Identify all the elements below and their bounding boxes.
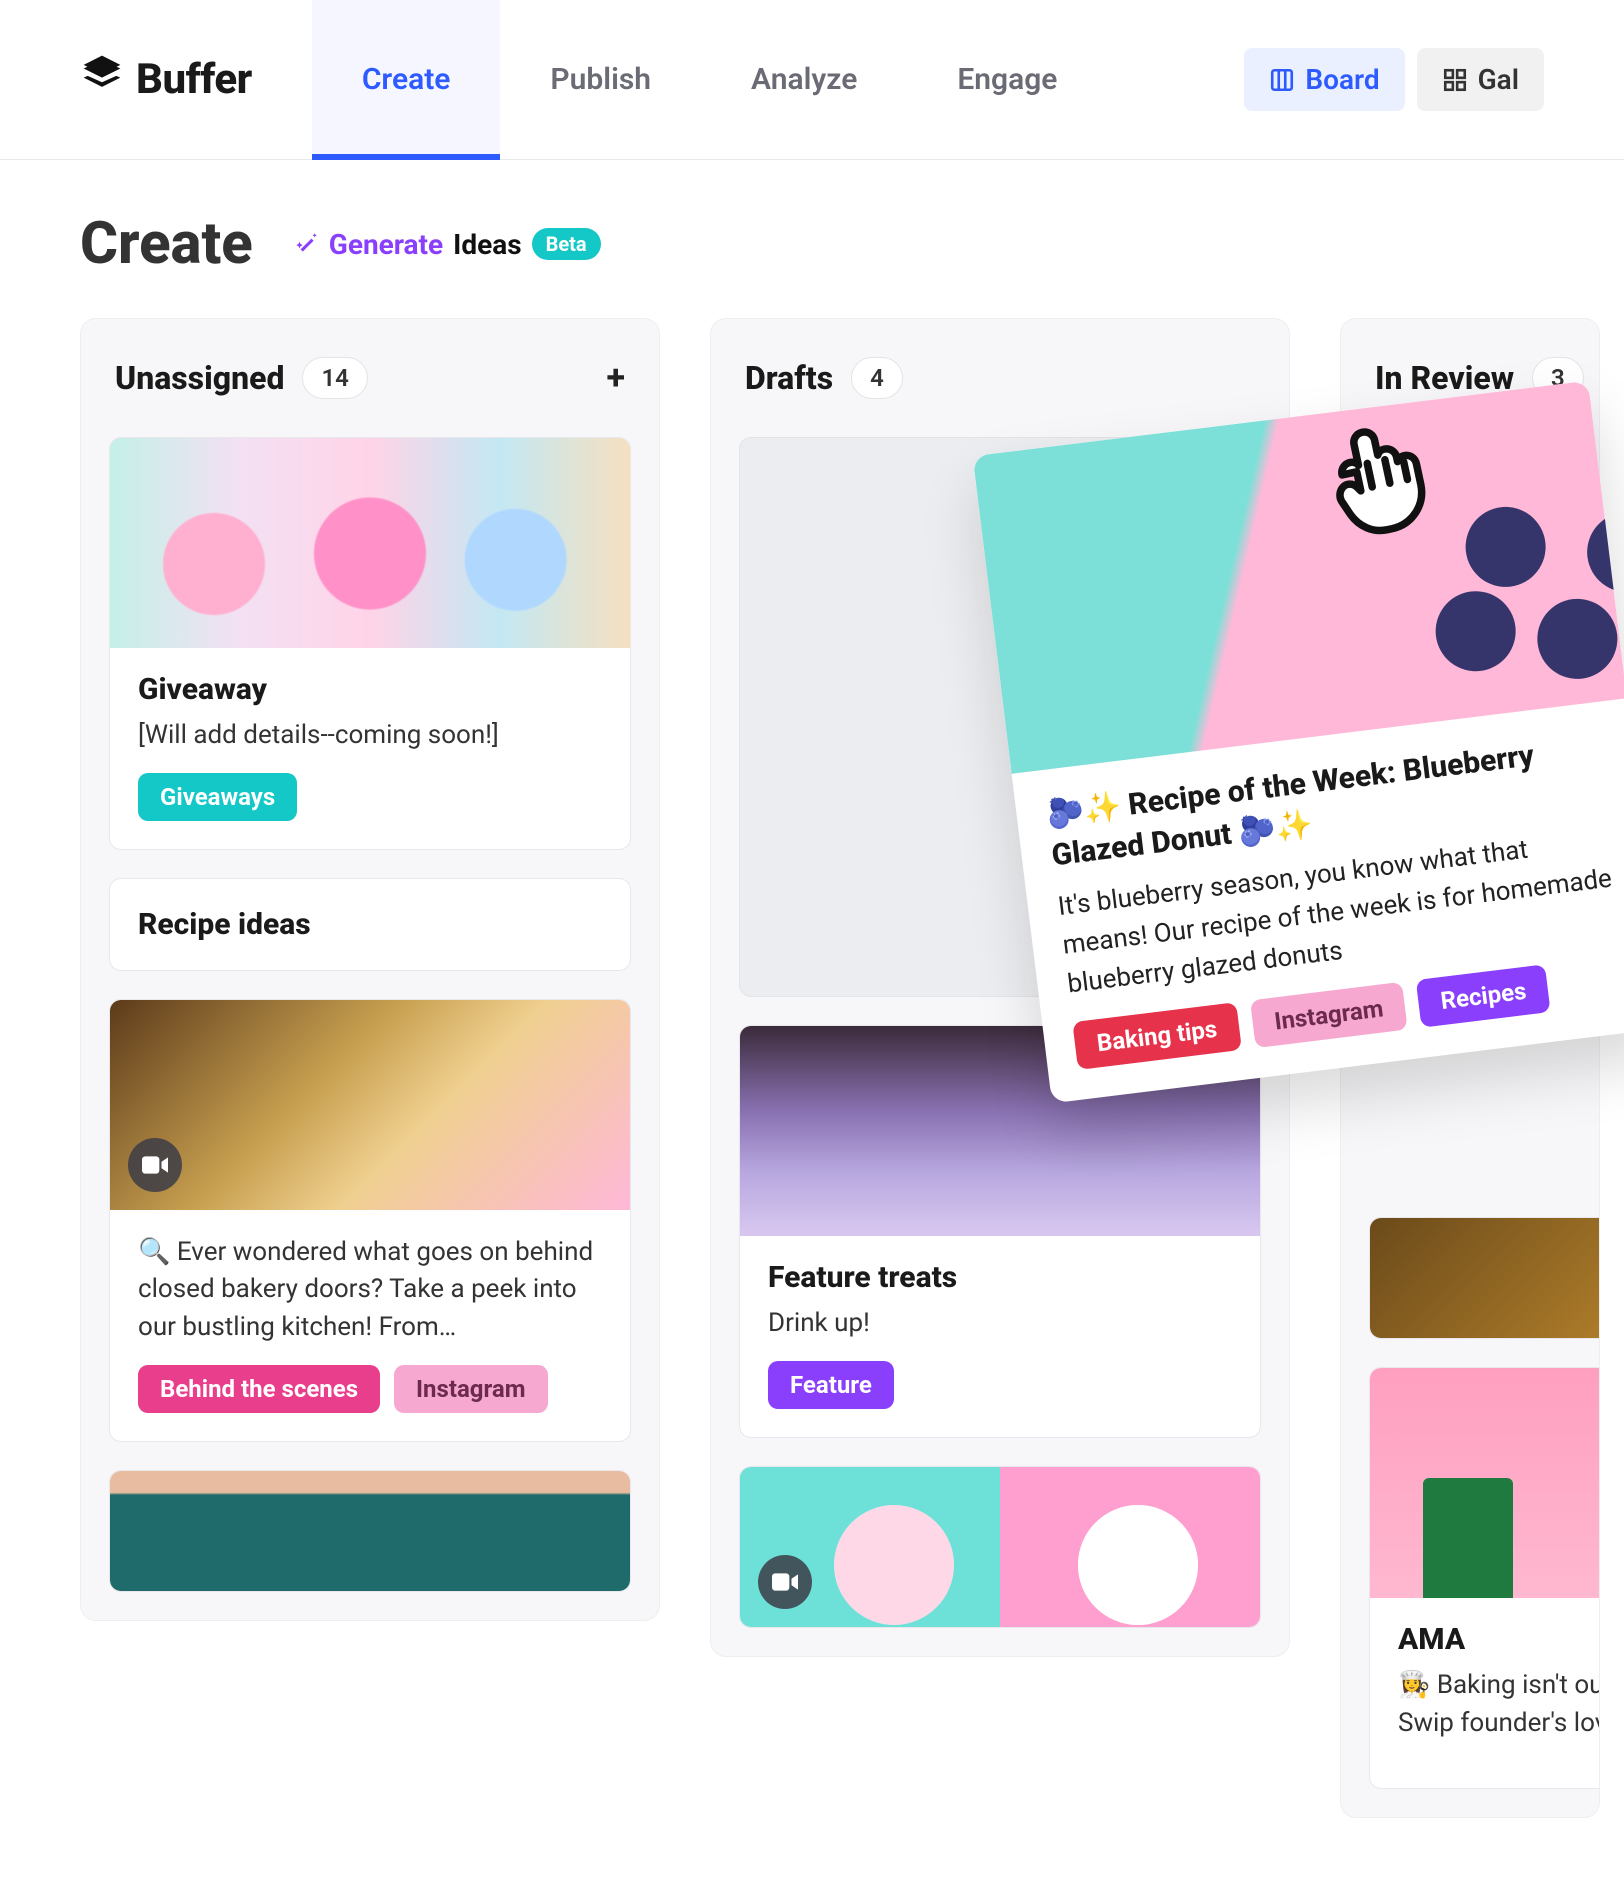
top-nav: Buffer Create Publish Analyze Engage Boa… — [0, 0, 1624, 160]
card-image-donuts — [110, 1000, 630, 1210]
card-image-cupcakes — [110, 438, 630, 648]
card-text: 👩‍🍳 Baking isn't our story. Swip founder… — [1398, 1667, 1600, 1742]
card-inreview-donuts[interactable] — [1369, 1217, 1600, 1339]
tag-instagram[interactable]: Instagram — [394, 1365, 548, 1413]
brand-logo[interactable]: Buffer — [80, 52, 252, 107]
tab-engage[interactable]: Engage — [907, 0, 1107, 160]
tag-instagram[interactable]: Instagram — [1250, 982, 1408, 1048]
magic-wand-icon — [293, 231, 319, 257]
tab-create[interactable]: Create — [312, 0, 501, 160]
count-badge: 14 — [302, 357, 367, 399]
tag-feature[interactable]: Feature — [768, 1361, 894, 1409]
card-text: [Will add details--coming soon!] — [138, 717, 602, 755]
column-unassigned: Unassigned 14 + Giveaway [Will add detai… — [80, 318, 660, 1621]
add-card-button[interactable]: + — [606, 358, 625, 398]
drag-cursor-hand-icon — [1300, 396, 1450, 550]
card-title: Feature treats — [768, 1260, 1232, 1295]
generate-ideas-button[interactable]: Generate Ideas Beta — [293, 228, 601, 261]
column-header: Drafts 4 — [739, 347, 1261, 409]
view-switch: Board Gal — [1244, 48, 1544, 111]
beta-badge: Beta — [532, 228, 601, 260]
column-header: Unassigned 14 + — [109, 347, 631, 409]
column-title: Unassigned — [115, 359, 284, 397]
card-split-donuts[interactable] — [739, 1466, 1261, 1628]
card-giveaway[interactable]: Giveaway [Will add details--coming soon!… — [109, 437, 631, 850]
board-view-label: Board — [1305, 63, 1379, 96]
card-title: AMA — [1398, 1622, 1600, 1657]
board-icon — [1269, 67, 1295, 93]
card-recipe-ideas[interactable]: Recipe ideas — [109, 878, 631, 971]
page-header: Create Generate Ideas Beta — [0, 160, 1624, 318]
card-behind-scenes[interactable]: 🔍 Ever wondered what goes on behind clos… — [109, 999, 631, 1442]
tab-publish[interactable]: Publish — [500, 0, 701, 160]
tag-behind-scenes[interactable]: Behind the scenes — [138, 1365, 380, 1413]
generate-label-2: Ideas — [453, 228, 521, 261]
buffer-stack-icon — [80, 52, 124, 107]
main-tabs: Create Publish Analyze Engage — [312, 0, 1108, 160]
page-title: Create — [80, 210, 253, 278]
board-view-button[interactable]: Board — [1244, 48, 1404, 111]
card-text: Drink up! — [768, 1305, 1232, 1343]
generate-label-1: Generate — [329, 228, 443, 261]
gallery-view-label: Gal — [1478, 63, 1519, 96]
count-badge: 4 — [851, 357, 903, 399]
tag-giveaways[interactable]: Giveaways — [138, 773, 297, 821]
card-ama[interactable]: AMA 👩‍🍳 Baking isn't our story. Swip fou… — [1369, 1367, 1600, 1789]
kanban-board: Unassigned 14 + Giveaway [Will add detai… — [0, 318, 1624, 1898]
gallery-grid-icon — [1442, 67, 1468, 93]
card-title: Giveaway — [138, 672, 602, 707]
brand-name: Buffer — [136, 55, 252, 104]
video-badge-icon — [128, 1138, 182, 1192]
video-badge-icon — [758, 1555, 812, 1609]
card-image-storefront — [110, 1471, 630, 1591]
card-storefront[interactable] — [109, 1470, 631, 1592]
card-image-donuts-side — [1370, 1218, 1600, 1338]
tab-analyze[interactable]: Analyze — [701, 0, 907, 160]
card-title: Recipe ideas — [138, 907, 602, 942]
card-image-split-donuts — [740, 1467, 1260, 1627]
tag-recipes[interactable]: Recipes — [1416, 964, 1551, 1027]
column-title: Drafts — [745, 359, 833, 397]
card-text: 🔍 Ever wondered what goes on behind clos… — [138, 1234, 602, 1347]
gallery-view-button[interactable]: Gal — [1417, 48, 1544, 111]
dragging-card-recipe-week[interactable]: 🫐✨ Recipe of the Week: Blueberry Glazed … — [973, 381, 1624, 1104]
tag-baking-tips[interactable]: Baking tips — [1072, 1002, 1241, 1070]
card-image-pink-room — [1370, 1368, 1600, 1598]
